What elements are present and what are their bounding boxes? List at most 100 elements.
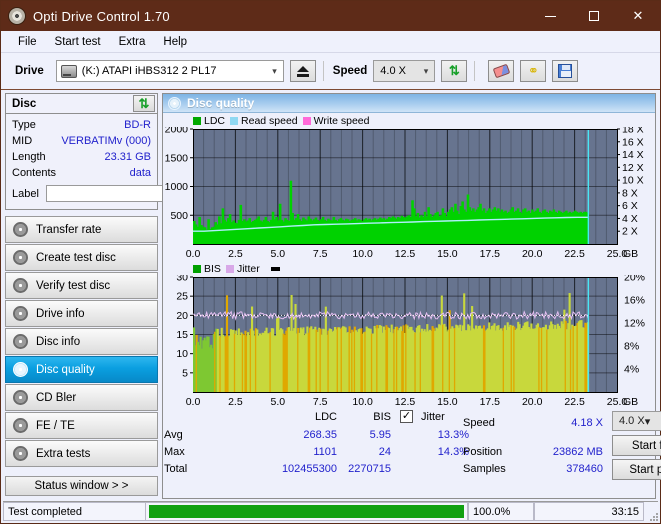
start-part-button[interactable]: Start part	[612, 459, 661, 480]
ldc-chart-legend: LDC Read speed Write speed	[163, 114, 655, 127]
svg-text:25: 25	[176, 291, 188, 303]
svg-text:16%: 16%	[624, 295, 645, 307]
keys-icon: ⚭	[527, 63, 539, 78]
disc-icon	[13, 278, 28, 293]
svg-text:17.5: 17.5	[480, 396, 501, 408]
test-speed-select-value: 4.0 X	[619, 415, 645, 427]
samples-stat-value: 378460	[566, 463, 603, 475]
svg-text:16 X: 16 X	[622, 136, 644, 148]
sidebar-item-fe-te[interactable]: FE / TE	[5, 412, 158, 439]
speed-label: Speed	[332, 65, 368, 77]
disc-type-value: BD-R	[124, 119, 151, 131]
test-speed-select[interactable]: 4.0 X ▾	[612, 411, 661, 431]
svg-text:7.5: 7.5	[313, 396, 328, 408]
sidebar-item-label: Transfer rate	[36, 223, 102, 236]
eject-icon	[296, 65, 309, 77]
ldc-chart-wrap: LDC Read speed Write speed 500 1000 1500 20…	[163, 113, 655, 261]
stats-header-bis: BIS	[373, 411, 391, 423]
sidebar-item-disc-quality[interactable]: Disc quality	[5, 356, 158, 383]
svg-text:18 X: 18 X	[622, 127, 644, 136]
sidebar-item-label: Create test disc	[36, 251, 116, 264]
main-body: Disc ⇅ Type BD-R MID VERBATIMv (000) Len…	[1, 90, 661, 499]
bis-chart-wrap: BIS Jitter 5 10 15 20 25 30 4% 8% 12% 16% 20% 0.0 2.…	[163, 261, 655, 409]
resize-grip[interactable]	[644, 502, 658, 521]
minimize-button[interactable]	[528, 1, 572, 31]
status-message: Test completed	[3, 502, 145, 521]
menu-item-help[interactable]: Help	[154, 34, 196, 50]
disc-label-label: Label	[12, 187, 39, 200]
save-button[interactable]	[552, 60, 579, 82]
legend-swatch-read-speed	[230, 116, 239, 125]
ldc-chart[interactable]: 500 1000 1500 2000 2 X4 X6 X8 X 10 X 12 X 14 X1…	[163, 127, 655, 261]
svg-text:0.0: 0.0	[186, 248, 201, 260]
svg-text:15: 15	[176, 329, 188, 341]
sidebar-item-verify-test-disc[interactable]: Verify test disc	[5, 272, 158, 299]
app-window: Opti Drive Control 1.70 ✕ File Start tes…	[0, 0, 661, 524]
svg-text:2.5: 2.5	[228, 396, 243, 408]
menu-item-extra[interactable]: Extra	[110, 34, 155, 50]
menu-item-start-test[interactable]: Start test	[46, 34, 110, 50]
bis-chart-legend: BIS Jitter	[163, 262, 655, 275]
disc-row-mid: MID VERBATIMv (000)	[12, 133, 151, 149]
eject-button[interactable]	[289, 60, 316, 82]
stats-header-ldc: LDC	[314, 411, 337, 423]
svg-text:GB: GB	[623, 248, 638, 260]
svg-text:500: 500	[170, 210, 188, 222]
svg-text:5.0: 5.0	[270, 396, 285, 408]
disc-refresh-button[interactable]: ⇅	[133, 95, 155, 112]
clear-button[interactable]	[488, 60, 515, 82]
refresh-button[interactable]: ⇅	[441, 60, 468, 82]
close-button[interactable]: ✕	[616, 1, 660, 31]
legend-item-jitter: Jitter	[225, 263, 260, 275]
sidebar-item-transfer-rate[interactable]: Transfer rate	[5, 216, 158, 243]
menu-item-file[interactable]: File	[9, 34, 46, 50]
drive-select[interactable]: (K:) ATAPI iHBS312 2 PL17 ▾	[55, 60, 284, 82]
svg-text:4 X: 4 X	[622, 213, 638, 225]
sidebar-item-cd-bler[interactable]: CD Bler	[5, 384, 158, 411]
svg-text:20%: 20%	[624, 275, 645, 284]
legend-item-write-speed: Write speed	[302, 115, 370, 127]
start-full-button[interactable]: Start full	[612, 435, 661, 456]
toolbar-divider-1	[322, 61, 324, 81]
position-stat-value: 23862 MB	[552, 446, 603, 458]
chevron-down-icon: ▾	[272, 65, 277, 76]
disc-quality-icon	[168, 96, 181, 110]
progress-fill	[149, 505, 464, 518]
legend-item-ldc: LDC	[193, 115, 225, 127]
legend-swatch-ldc	[193, 116, 201, 125]
menu-bar: File Start test Extra Help	[1, 31, 660, 53]
drive-toolbar: Drive (K:) ATAPI iHBS312 2 PL17 ▾ Speed …	[1, 53, 660, 90]
stats-bis-total: 2270715	[348, 463, 391, 475]
sidebar-item-drive-info[interactable]: Drive info	[5, 300, 158, 327]
bis-jitter-chart[interactable]: 5 10 15 20 25 30 4% 8% 12% 16% 20% 0.0 2.5 5.0 7.5 10.0…	[163, 275, 655, 409]
svg-text:20: 20	[176, 310, 188, 322]
drive-icon	[60, 64, 77, 78]
sidebar-item-create-test-disc[interactable]: Create test disc	[5, 244, 158, 271]
svg-text:10.0: 10.0	[352, 396, 373, 408]
stats-jitter-avg: 13.3%	[437, 429, 469, 441]
svg-text:12 X: 12 X	[622, 162, 644, 174]
chart-scroll-handle[interactable]	[270, 266, 280, 271]
status-bar: Test completed 100.0% 33:15	[3, 501, 658, 521]
legend-swatch-write-speed	[302, 116, 311, 125]
tools-button[interactable]: ⚭	[520, 60, 547, 82]
stats-row-label-avg: Avg	[164, 429, 183, 441]
position-stat-label: Position	[463, 446, 503, 458]
svg-text:8 X: 8 X	[622, 187, 638, 199]
status-window-button[interactable]: Status window > >	[5, 476, 158, 496]
drive-label: Drive	[15, 65, 44, 77]
svg-text:2 X: 2 X	[622, 226, 638, 238]
stats-bis-max: 24	[378, 446, 391, 458]
sidebar-item-disc-info[interactable]: Disc info	[5, 328, 158, 355]
disc-row-type: Type BD-R	[12, 117, 151, 133]
svg-text:12%: 12%	[624, 318, 645, 330]
svg-text:4%: 4%	[624, 364, 639, 376]
jitter-checkbox[interactable]: ✓	[400, 410, 413, 423]
disc-row-length: Length 23.31 GB	[12, 149, 151, 165]
sidebar-item-extra-tests[interactable]: Extra tests	[5, 440, 158, 467]
disc-type-label: Type	[12, 119, 36, 131]
svg-text:22.5: 22.5	[564, 396, 585, 408]
speed-select[interactable]: 4.0 X ▾	[373, 60, 436, 82]
maximize-button[interactable]	[572, 1, 616, 31]
disc-icon	[13, 418, 28, 433]
